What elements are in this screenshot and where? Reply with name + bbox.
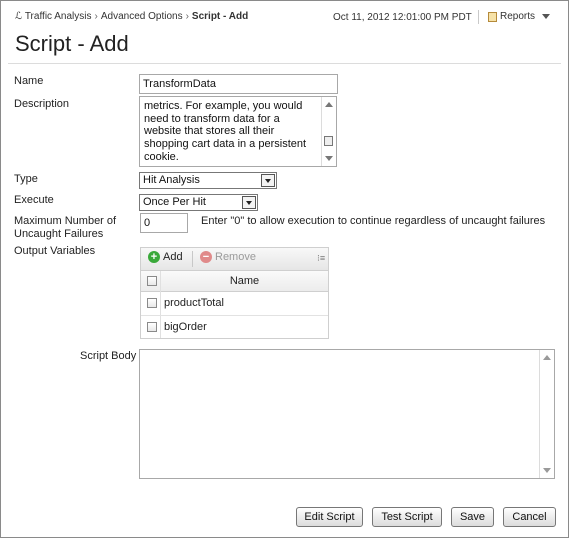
max-failures-hint: Enter "0" to allow execution to continue… [201, 215, 546, 227]
add-button-label: Add [163, 251, 183, 263]
cancel-button[interactable]: Cancel [503, 507, 556, 527]
grid-header: Name [141, 271, 328, 292]
scroll-down-icon[interactable] [543, 468, 551, 473]
row-name: productTotal [164, 297, 224, 309]
breadcrumb-item-traffic-analysis[interactable]: Traffic Analysis [25, 11, 92, 22]
select-all-checkbox[interactable] [147, 276, 157, 286]
add-button[interactable]: + Add [148, 251, 183, 263]
breadcrumb: ℒ Traffic Analysis › Advanced Options › Scri… [15, 11, 248, 22]
max-failures-label: Maximum Number of Uncaught Failures [14, 215, 116, 241]
max-failures-label-line: Uncaught Failures [14, 228, 104, 240]
remove-button-label: Remove [215, 251, 256, 263]
grid-toolbar: + Add − Remove ⁝≡ [141, 248, 328, 271]
row-name: bigOrder [164, 321, 207, 333]
execute-select[interactable]: Once Per Hit [139, 194, 258, 211]
row-checkbox[interactable] [147, 322, 157, 332]
chevron-down-icon [542, 14, 551, 19]
script-body-scrollbar[interactable] [539, 350, 554, 478]
type-label: Type [14, 173, 38, 185]
breadcrumb-current: Script - Add [191, 11, 249, 22]
execute-label: Execute [14, 194, 54, 206]
scroll-up-icon[interactable] [325, 102, 333, 107]
scroll-up-icon[interactable] [543, 355, 551, 360]
description-label: Description [14, 98, 70, 110]
max-failures-input[interactable] [140, 213, 188, 233]
breadcrumb-item-advanced-options[interactable]: Advanced Options [101, 11, 183, 22]
save-button[interactable]: Save [451, 507, 494, 527]
description-scrollbar[interactable] [321, 97, 336, 166]
timestamp: Oct 11, 2012 12:01:00 PM PDT [333, 12, 472, 23]
script-body-label: Script Body [80, 350, 137, 362]
remove-button[interactable]: − Remove [200, 251, 256, 263]
output-variables-grid: + Add − Remove ⁝≡ Name productTotal bigO… [140, 247, 329, 339]
table-row[interactable]: bigOrder [141, 316, 328, 339]
scroll-thumb[interactable] [324, 136, 333, 146]
description-line: cookie. [144, 150, 179, 163]
scroll-down-icon[interactable] [325, 156, 333, 161]
title-divider [8, 63, 561, 64]
column-menu-icon[interactable]: ⁝≡ [317, 253, 325, 264]
name-label: Name [14, 75, 44, 87]
breadcrumb-home-icon[interactable]: ℒ [15, 11, 22, 22]
chevron-down-icon[interactable] [242, 196, 256, 209]
add-icon: + [148, 251, 160, 263]
chevron-down-icon[interactable] [261, 174, 275, 187]
output-variables-label: Output Variables [14, 245, 96, 257]
description-line: need to transform data for a [144, 112, 280, 125]
type-select[interactable]: Hit Analysis [139, 172, 277, 189]
type-select-value: Hit Analysis [143, 174, 200, 186]
script-body-textarea[interactable] [139, 349, 555, 479]
reports-menu[interactable]: Reports [488, 11, 551, 22]
reports-label: Reports [500, 11, 536, 22]
reports-icon [488, 11, 497, 22]
name-input[interactable] [139, 74, 338, 94]
remove-icon: − [200, 251, 212, 263]
table-row[interactable]: productTotal [141, 292, 328, 316]
max-failures-label-line: Maximum Number of [14, 215, 117, 227]
chevron-right-icon: › [185, 11, 189, 22]
header-divider [478, 10, 479, 24]
description-line: metrics. For example, you would [144, 100, 303, 112]
test-script-button[interactable]: Test Script [372, 507, 442, 527]
chevron-right-icon: › [94, 11, 98, 22]
page-title: Script - Add [15, 31, 129, 56]
row-checkbox[interactable] [147, 298, 157, 308]
edit-script-button[interactable]: Edit Script [296, 507, 363, 527]
column-header-name[interactable]: Name [161, 275, 328, 287]
description-line: shopping cart data in a persistent [144, 138, 307, 151]
toolbar-divider [192, 251, 193, 267]
description-textarea[interactable]: metrics. For example, you would need to … [139, 96, 337, 167]
description-text: metrics. For example, you would need to … [144, 100, 320, 164]
description-line: website that stores all their [144, 125, 275, 138]
execute-select-value: Once Per Hit [143, 196, 206, 208]
